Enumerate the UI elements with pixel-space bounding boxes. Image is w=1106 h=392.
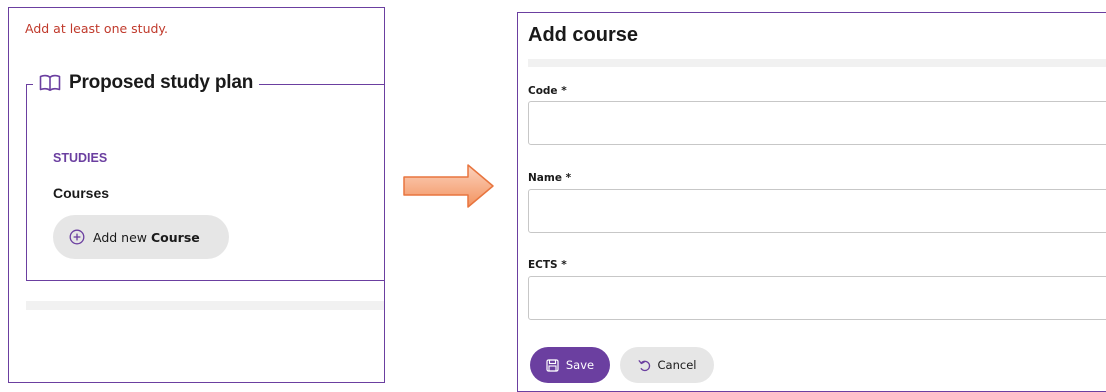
- add-course-dialog: Add course Code * Name * ECTS * Save Can…: [517, 12, 1106, 392]
- undo-icon: [638, 359, 651, 372]
- save-button[interactable]: Save: [530, 347, 610, 383]
- study-plan-legend: Proposed study plan: [33, 72, 260, 94]
- save-icon: [546, 358, 559, 372]
- add-new-course-button[interactable]: Add new Course: [53, 215, 229, 259]
- cancel-button[interactable]: Cancel: [620, 347, 714, 383]
- error-message: Add at least one study.: [25, 21, 169, 36]
- save-label: Save: [565, 358, 595, 372]
- name-label: Name *: [528, 172, 572, 184]
- study-plan-title: Proposed study plan: [69, 72, 254, 93]
- arrow-right-icon: [402, 162, 496, 210]
- ects-label: ECTS *: [528, 259, 567, 271]
- add-button-prefix: Add new: [93, 229, 148, 245]
- ects-input[interactable]: [528, 276, 1106, 320]
- name-input[interactable]: [528, 189, 1106, 233]
- plus-circle-icon: [69, 229, 85, 245]
- title-divider-bar: [528, 59, 1106, 67]
- dialog-title: Add course: [528, 24, 639, 46]
- add-button-label: Add new Course: [93, 230, 200, 245]
- courses-heading: Courses: [53, 185, 110, 201]
- code-input[interactable]: [528, 101, 1106, 145]
- code-label: Code *: [528, 85, 567, 97]
- add-button-bold-word: Course: [151, 229, 200, 245]
- open-book-icon: [39, 74, 61, 92]
- study-plan-panel: Add at least one study. Proposed study p…: [8, 7, 385, 383]
- divider-bar: [26, 301, 384, 310]
- cancel-label: Cancel: [657, 358, 697, 372]
- studies-heading: STUDIES: [53, 151, 108, 165]
